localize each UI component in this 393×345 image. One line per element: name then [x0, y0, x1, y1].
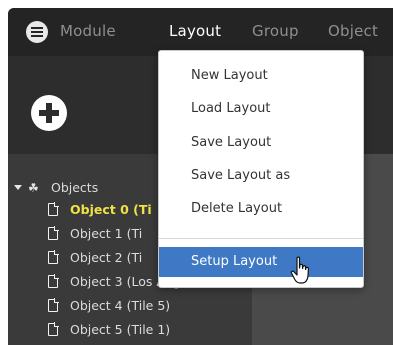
tree-row[interactable]: Object 2 (Ti: [48, 247, 142, 269]
menu-divider: [159, 238, 363, 239]
document-icon: [48, 250, 59, 264]
tree-root-objects[interactable]: ☘ Objects: [14, 177, 98, 199]
menu-layout[interactable]: Layout: [169, 22, 221, 40]
menu-group[interactable]: Group: [252, 22, 299, 40]
tree-row-label: Object 1 (Ti: [70, 226, 143, 241]
menu-bar: Module Layout Group Object: [8, 8, 393, 56]
caret-down-icon[interactable]: [14, 185, 22, 190]
menu-item-delete-layout[interactable]: Delete Layout: [159, 197, 363, 221]
menu-item-load-layout[interactable]: Load Layout: [159, 97, 363, 121]
add-circle-icon[interactable]: [31, 95, 67, 131]
tree-row-label: Object 4 (Tile 5): [70, 298, 171, 313]
menu-item-save-layout-as[interactable]: Save Layout as: [159, 164, 363, 188]
tree-row-label: Object 5 (Tile 1): [70, 322, 171, 337]
tree-row[interactable]: Object 5 (Tile 1): [48, 319, 170, 341]
tree-row[interactable]: Object 0 (Ti: [48, 199, 152, 221]
document-icon: [48, 226, 59, 240]
document-icon: [48, 322, 59, 336]
hamburger-menu-icon[interactable]: [26, 21, 48, 43]
menu-object[interactable]: Object: [328, 22, 378, 40]
tree-row[interactable]: Object 1 (Ti: [48, 223, 142, 245]
menu-item-save-layout[interactable]: Save Layout: [159, 131, 363, 155]
menu-module[interactable]: Module: [60, 22, 116, 40]
tree-row-label: Object 0 (Ti: [70, 202, 152, 217]
document-icon: [48, 274, 59, 288]
hand-cursor-icon: [290, 256, 309, 284]
menu-item-setup-layout[interactable]: Setup Layout: [159, 247, 363, 277]
tree-row[interactable]: Object 4 (Tile 5): [48, 295, 170, 317]
tree-row-label: Object 2 (Ti: [70, 250, 143, 265]
tree-root-label: Objects: [51, 180, 99, 195]
document-icon: [48, 202, 59, 216]
objects-group-icon: ☘: [28, 181, 39, 195]
document-icon: [48, 298, 59, 312]
layout-dropdown-menu: New Layout Load Layout Save Layout Save …: [158, 50, 364, 288]
menu-item-new-layout[interactable]: New Layout: [159, 64, 363, 88]
